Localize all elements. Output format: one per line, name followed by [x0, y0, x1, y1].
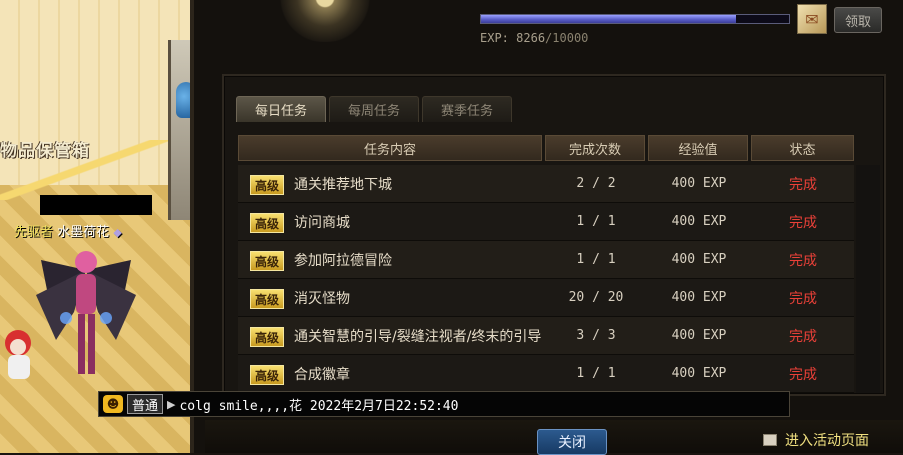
header-count: 完成次数 [545, 135, 645, 161]
chat-message-text: colg smile,,,,花 2022年2月7日22:52:40 [179, 398, 459, 414]
storage-signboard[interactable]: 物品保管箱 [0, 136, 90, 161]
mission-status: 完成 [789, 366, 817, 383]
mission-list: 高级 通关推荐地下城 2 / 2 400 EXP 完成 高级 访问商城 1 / … [238, 165, 854, 393]
table-header: 任务内容 完成次数 经验值 状态 [238, 135, 854, 161]
play-arrow-icon: ▶ [167, 397, 176, 411]
censored-name-block [40, 195, 152, 215]
mission-exp: 400 EXP [671, 366, 727, 381]
exp-max: /10000 [545, 31, 589, 45]
mission-count: 1 / 1 [576, 366, 616, 381]
event-page-link[interactable]: 进入活动页面 [763, 430, 869, 450]
guild-gem-icon: ◆ [113, 226, 122, 239]
mission-status: 完成 [789, 328, 817, 345]
grade-badge: 高级 [250, 175, 284, 195]
chat-message-bar: ☻ 普通 ▶ colg smile,,,,花 2022年2月7日22:52:40 [98, 391, 790, 417]
smiley-icon[interactable]: ☻ [103, 395, 123, 413]
player-character[interactable] [36, 240, 136, 390]
mission-exp: 400 EXP [671, 214, 727, 229]
character-title: 先驱者 [14, 225, 54, 240]
mission-status: 完成 [789, 214, 817, 231]
mission-row[interactable]: 高级 通关智慧的引导/裂缝注视者/终末的引导 3 / 3 400 EXP 完成 [238, 317, 854, 355]
mission-status: 完成 [789, 252, 817, 269]
tab-weekly[interactable]: 每周任务 [329, 96, 420, 122]
mission-count: 3 / 3 [576, 328, 616, 343]
exp-progress-fill [481, 15, 736, 23]
tab-daily[interactable]: 每日任务 [236, 96, 327, 122]
mission-exp: 400 EXP [671, 328, 727, 343]
mission-count: 2 / 2 [576, 176, 616, 191]
mission-task: 通关推荐地下城 [294, 177, 392, 193]
mission-task: 参加阿拉德冒险 [294, 253, 392, 269]
mission-row[interactable]: 高级 参加阿拉德冒险 1 / 1 400 EXP 完成 [238, 241, 854, 279]
pet-companion[interactable] [0, 325, 40, 385]
exp-label: EXP: [480, 31, 509, 45]
mission-count: 1 / 1 [576, 214, 616, 229]
mission-count: 1 / 1 [576, 252, 616, 267]
close-button[interactable]: 关闭 [537, 429, 607, 455]
mission-task: 合成徽章 [294, 367, 350, 383]
mission-row[interactable]: 高级 合成徽章 1 / 1 400 EXP 完成 [238, 355, 854, 393]
exp-progress-bar [480, 14, 790, 24]
grade-badge: 高级 [250, 327, 284, 347]
character-name-plate: 先驱者 水墨荷花 ◆ [14, 221, 122, 240]
exp-readout: EXP: 8266/10000 [480, 31, 588, 45]
exp-current: 8266 [516, 31, 546, 45]
mission-count: 20 / 20 [568, 290, 624, 305]
game-scene: 物品保管箱 先驱者 水墨荷花 ◆ [0, 0, 205, 453]
mission-status: 完成 [789, 290, 817, 307]
mission-task: 通关智慧的引导/裂缝注视者/终末的引导 [294, 329, 542, 345]
document-icon [763, 434, 777, 446]
mission-status: 完成 [789, 176, 817, 193]
event-page-label: 进入活动页面 [785, 433, 869, 449]
mission-row[interactable]: 高级 访问商城 1 / 1 400 EXP 完成 [238, 203, 854, 241]
header-status: 状态 [751, 135, 854, 161]
mission-scrollbar[interactable] [856, 165, 880, 393]
mission-task: 访问商城 [294, 215, 350, 231]
header-exp: 经验值 [648, 135, 748, 161]
grade-badge: 高级 [250, 365, 284, 385]
tab-season[interactable]: 赛季任务 [422, 96, 513, 122]
grade-badge: 高级 [250, 251, 284, 271]
claim-button[interactable]: 领取 [834, 7, 882, 33]
grade-badge: 高级 [250, 213, 284, 233]
character-name: 水墨荷花 [57, 225, 110, 240]
header-task: 任务内容 [238, 135, 542, 161]
reward-chest-icon[interactable]: ✉ [797, 4, 827, 34]
grade-badge: 高级 [250, 289, 284, 309]
mission-exp: 400 EXP [671, 176, 727, 191]
mission-exp: 400 EXP [671, 252, 727, 267]
chat-channel-badge[interactable]: 普通 [127, 394, 164, 414]
mission-task: 消灭怪物 [294, 291, 350, 307]
mission-row[interactable]: 高级 消灭怪物 20 / 20 400 EXP 完成 [238, 279, 854, 317]
mission-row[interactable]: 高级 通关推荐地下城 2 / 2 400 EXP 完成 [238, 165, 854, 203]
mission-tabs: 每日任务 每周任务 赛季任务 [236, 96, 513, 122]
mission-exp: 400 EXP [671, 290, 727, 305]
